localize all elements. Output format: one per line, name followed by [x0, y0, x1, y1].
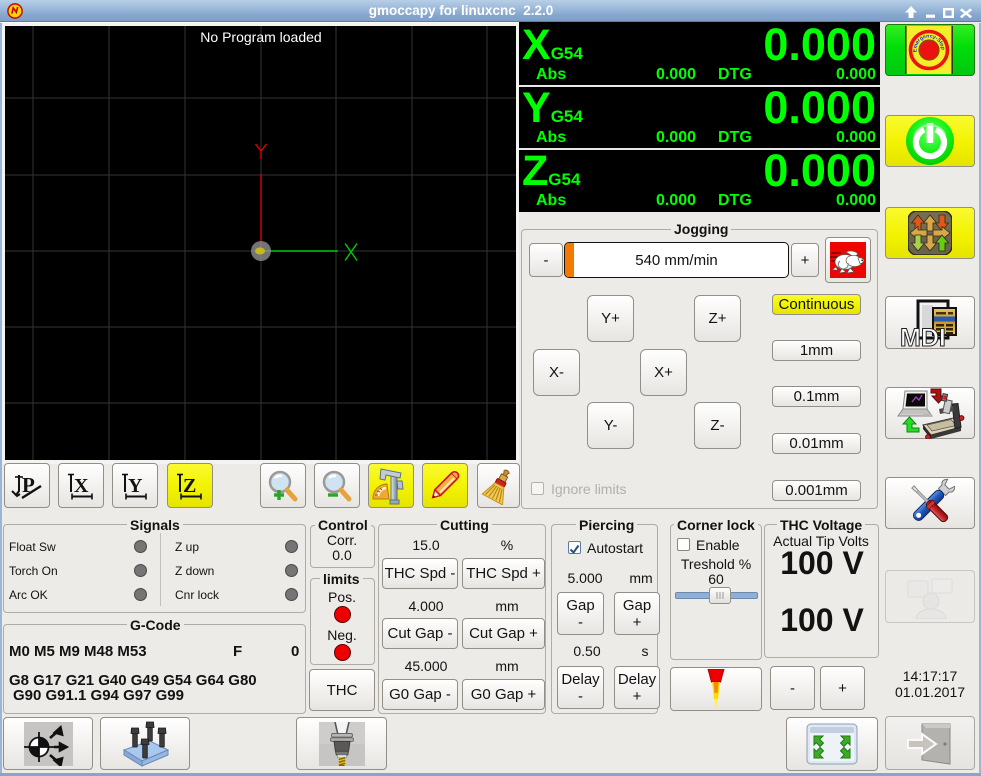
svg-text:Y: Y [128, 475, 143, 497]
svg-text:Z: Z [183, 475, 196, 497]
svg-text:No Program loaded: No Program loaded [200, 29, 321, 45]
svg-text:MDI: MDI [900, 324, 946, 348]
svg-text:X: X [74, 475, 89, 497]
